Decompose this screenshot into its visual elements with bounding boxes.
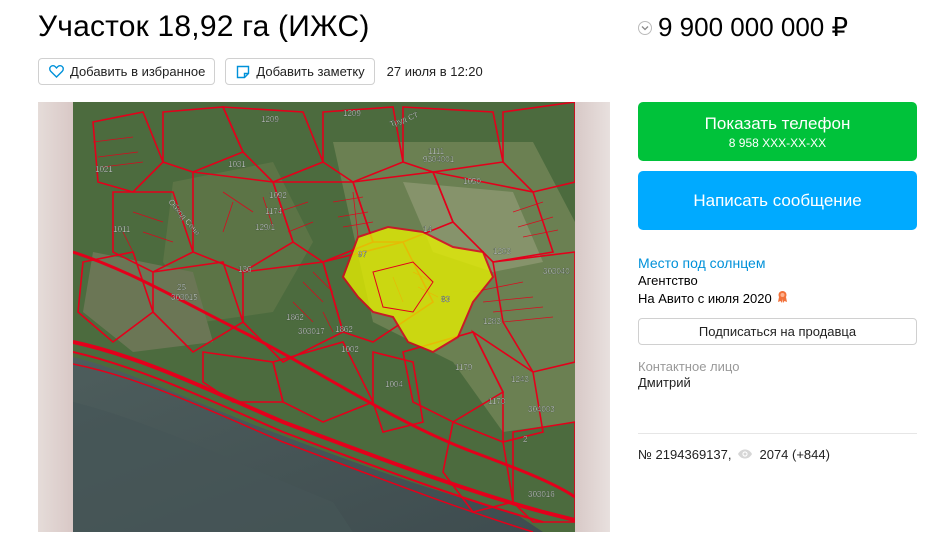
- masked-phone-number: 8 958 XXX-XX-XX: [728, 135, 827, 150]
- gallery-blur-left: [38, 102, 73, 532]
- price-block: 9 900 000 000 ₽: [638, 12, 848, 43]
- contact-person-name: Дмитрий: [638, 375, 691, 390]
- seller-type: Агентство: [638, 273, 698, 288]
- subscribe-to-seller-button[interactable]: Подписаться на продавца: [638, 318, 917, 345]
- cadastral-map-image: 1209 1209 1111 1021 1031 1092 1174 129/1…: [73, 102, 575, 532]
- map-label: 303016: [528, 490, 555, 499]
- map-label: 1170: [488, 397, 506, 406]
- add-note-button[interactable]: Добавить заметку: [225, 58, 375, 85]
- map-label: 136: [238, 265, 252, 274]
- write-message-button[interactable]: Написать сообщение: [638, 171, 917, 230]
- map-label: 1283: [483, 317, 501, 326]
- map-label: 1203: [493, 247, 511, 256]
- map-label: 1209: [261, 115, 279, 124]
- divider: [638, 433, 917, 434]
- map-label: 303017: [298, 327, 325, 336]
- listing-title: Участок 18,92 га (ИЖС): [38, 10, 370, 43]
- subscribe-to-seller-label: Подписаться на продавца: [698, 324, 857, 339]
- listing-meta: № 2194369137, 2074 (+844): [638, 447, 917, 462]
- map-label: 97: [358, 250, 367, 259]
- map-label: 1174: [265, 207, 283, 216]
- contact-person-label: Контактное лицо: [638, 359, 740, 374]
- seller-info: Место под солнцем Агентство На Авито с и…: [638, 254, 917, 308]
- heart-icon: [49, 65, 64, 78]
- map-label: 1209: [343, 109, 361, 118]
- map-label: 1011: [113, 225, 131, 234]
- publish-date: 27 июля в 12:20: [386, 64, 483, 79]
- add-note-label: Добавить заметку: [256, 64, 365, 79]
- seller-since-row: На Авито с июля 2020: [638, 290, 917, 308]
- listing-number: № 2194369137,: [638, 447, 732, 462]
- map-label: 303040: [543, 267, 570, 276]
- map-label: 1004: [385, 380, 403, 389]
- map-label: 304003: [528, 405, 555, 414]
- listing-actions: Добавить в избранное Добавить заметку 27…: [38, 58, 483, 85]
- add-to-favorites-label: Добавить в избранное: [70, 64, 206, 79]
- map-label: 1050: [463, 177, 481, 186]
- map-label: 9304001: [423, 155, 455, 164]
- gallery-blur-right: [575, 102, 610, 532]
- medal-icon: [777, 290, 788, 308]
- map-label: 1179: [455, 363, 473, 372]
- map-label: 14: [423, 225, 432, 234]
- show-phone-button[interactable]: Показать телефон 8 958 XXX-XX-XX: [638, 102, 917, 161]
- seller-since: На Авито с июля 2020: [638, 291, 772, 306]
- chevron-down-icon[interactable]: [638, 20, 652, 35]
- map-label: 83: [441, 295, 450, 304]
- map-label: 1021: [95, 165, 113, 174]
- eye-icon: [737, 447, 753, 462]
- map-label: 1243: [511, 375, 529, 384]
- add-to-favorites-button[interactable]: Добавить в избранное: [38, 58, 216, 85]
- write-message-label: Написать сообщение: [693, 190, 862, 210]
- map-label: 1092: [269, 191, 287, 200]
- map-label: 2: [523, 435, 528, 444]
- listing-price: 9 900 000 000 ₽: [658, 12, 849, 42]
- seller-name-link[interactable]: Место под солнцем: [638, 254, 917, 272]
- map-label: 129/1: [255, 223, 276, 232]
- map-label: 303015: [171, 293, 198, 302]
- contact-sidebar: Показать телефон 8 958 XXX-XX-XX Написат…: [638, 102, 917, 462]
- note-icon: [236, 65, 250, 79]
- view-count: 2074 (+844): [759, 447, 830, 462]
- map-label: 1862: [286, 313, 304, 322]
- show-phone-label: Показать телефон: [704, 113, 851, 133]
- map-label: 1031: [228, 160, 246, 169]
- photo-gallery[interactable]: 1209 1209 1111 1021 1031 1092 1174 129/1…: [38, 102, 610, 532]
- map-label: 25: [177, 283, 186, 292]
- map-label: 1862: [335, 325, 353, 334]
- map-label: 1002: [341, 345, 359, 354]
